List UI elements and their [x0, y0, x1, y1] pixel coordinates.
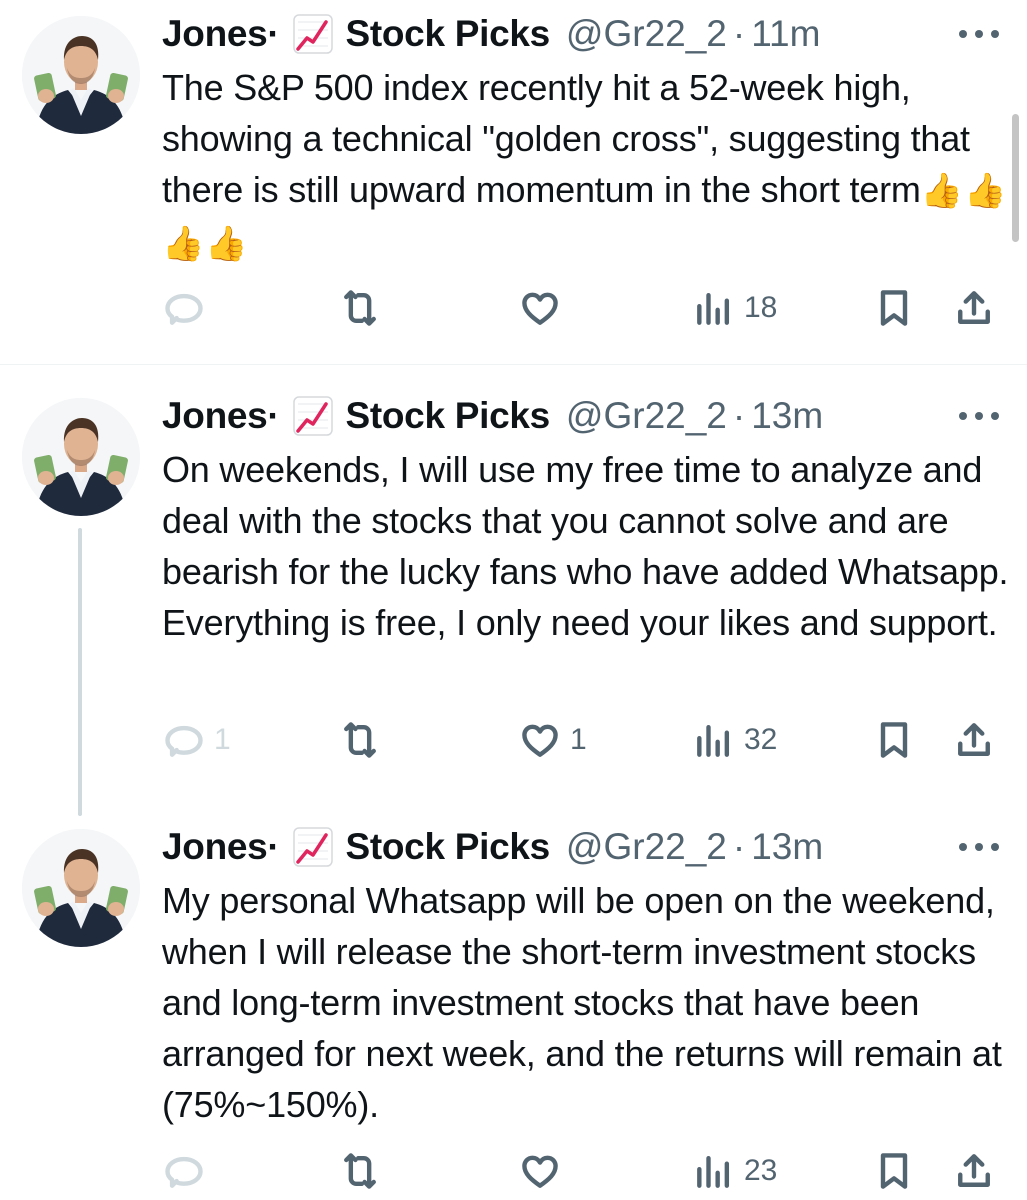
- heart-icon: [522, 1155, 558, 1188]
- tweet-text-body: The S&P 500 index recently hit a 52-week…: [162, 67, 970, 210]
- separator: ·: [732, 395, 746, 436]
- tweet-actions: 23: [162, 1149, 1002, 1193]
- like-button[interactable]: [518, 1149, 570, 1193]
- reply-icon: [165, 293, 203, 325]
- separator: ·: [732, 13, 746, 54]
- timestamp[interactable]: 11m: [751, 13, 820, 55]
- reply-icon: [165, 725, 203, 757]
- repost-button[interactable]: [338, 1149, 390, 1193]
- tweet[interactable]: Jones· Stock Picks @Gr22_2 · 11m The S&P…: [0, 0, 1027, 365]
- views-chart-icon: [697, 1155, 730, 1188]
- repost-button[interactable]: [338, 718, 390, 762]
- author-handle[interactable]: @Gr22_2: [566, 826, 727, 868]
- repost-button[interactable]: [338, 286, 390, 330]
- more-options-icon[interactable]: [959, 406, 999, 426]
- bookmark-icon: [880, 722, 908, 758]
- author-name-suffix[interactable]: Stock Picks: [345, 395, 550, 437]
- author-name[interactable]: Jones·: [162, 13, 280, 55]
- tweet-text: On weekends, I will use my free time to …: [162, 449, 1009, 643]
- author-name-suffix[interactable]: Stock Picks: [345, 13, 550, 55]
- tweet-text: The S&P 500 index recently hit a 52-week…: [162, 62, 1012, 270]
- tweet-header: Jones· Stock Picks @Gr22_2 · 13m: [162, 825, 1027, 869]
- share-button[interactable]: [952, 718, 996, 762]
- divider: [0, 364, 1027, 365]
- chart-increasing-icon: [293, 14, 333, 54]
- tweet-header: Jones· Stock Picks @Gr22_2 · 11m: [162, 12, 1027, 56]
- share-button[interactable]: [952, 1149, 996, 1193]
- timestamp[interactable]: 13m: [751, 395, 823, 437]
- heart-icon: [522, 292, 558, 325]
- like-count: 1: [570, 723, 587, 756]
- tweet[interactable]: Jones· Stock Picks @Gr22_2 · 13m My pers…: [0, 813, 1027, 1200]
- bookmark-button[interactable]: [872, 718, 916, 762]
- repost-icon: [344, 1153, 376, 1189]
- tweet-header: Jones· Stock Picks @Gr22_2 · 13m: [162, 394, 1027, 438]
- bookmark-icon: [880, 290, 908, 326]
- reply-button[interactable]: [162, 286, 214, 330]
- views-count: 23: [744, 1154, 778, 1187]
- views-button[interactable]: 23: [692, 1149, 777, 1193]
- chart-increasing-icon: [293, 827, 333, 867]
- like-button[interactable]: 1: [518, 718, 587, 762]
- share-icon: [958, 291, 990, 324]
- tweet-text: My personal Whatsapp will be open on the…: [162, 880, 1002, 1125]
- heart-icon: [522, 724, 558, 757]
- bookmark-button[interactable]: [872, 286, 916, 330]
- repost-icon: [344, 290, 376, 326]
- tweet-feed: Jones· Stock Picks @Gr22_2 · 11m The S&P…: [0, 0, 1027, 1200]
- share-icon: [958, 1154, 990, 1187]
- reply-count: 1: [214, 723, 231, 756]
- more-options-icon[interactable]: [959, 24, 999, 44]
- author-name-suffix[interactable]: Stock Picks: [345, 826, 550, 868]
- reply-button[interactable]: [162, 1149, 214, 1193]
- avatar[interactable]: [22, 829, 140, 947]
- share-button[interactable]: [952, 286, 996, 330]
- bookmark-button[interactable]: [872, 1149, 916, 1193]
- chart-increasing-icon: [293, 396, 333, 436]
- bookmark-icon: [880, 1153, 908, 1189]
- views-button[interactable]: 32: [692, 718, 777, 762]
- author-name[interactable]: Jones·: [162, 826, 280, 868]
- views-chart-icon: [697, 292, 730, 325]
- tweet[interactable]: Jones· Stock Picks @Gr22_2 · 13m On week…: [0, 382, 1027, 812]
- more-options-icon[interactable]: [959, 837, 999, 857]
- views-button[interactable]: 18: [692, 286, 777, 330]
- tweet-actions: 18: [162, 286, 1002, 330]
- author-name[interactable]: Jones·: [162, 395, 280, 437]
- reply-button[interactable]: 1: [162, 718, 231, 762]
- timestamp[interactable]: 13m: [751, 826, 823, 868]
- author-handle[interactable]: @Gr22_2: [566, 13, 727, 55]
- views-count: 32: [744, 723, 778, 756]
- views-chart-icon: [697, 724, 730, 757]
- avatar[interactable]: [22, 398, 140, 516]
- repost-icon: [344, 722, 376, 758]
- separator: ·: [732, 826, 746, 867]
- reply-icon: [165, 1156, 203, 1188]
- author-handle[interactable]: @Gr22_2: [566, 395, 727, 437]
- like-button[interactable]: [518, 286, 570, 330]
- avatar[interactable]: [22, 16, 140, 134]
- tweet-actions: 1 1 32: [162, 718, 1002, 762]
- share-icon: [958, 723, 990, 756]
